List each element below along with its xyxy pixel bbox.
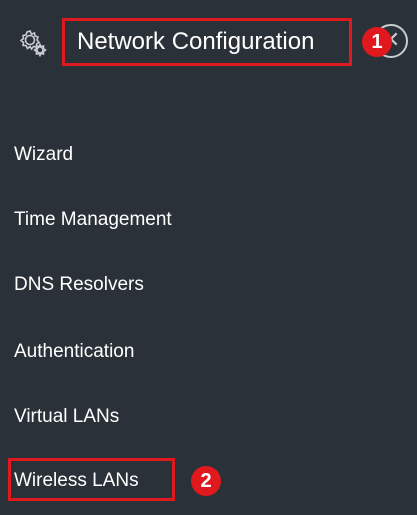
menu-item-virtual-lans[interactable]: Virtual LANs (14, 406, 119, 428)
annotation-badge-2: 2 (191, 466, 221, 496)
menu-item-wizard[interactable]: Wizard (14, 144, 73, 166)
menu-item-authentication[interactable]: Authentication (14, 341, 134, 363)
menu-item-time-management[interactable]: Time Management (14, 209, 172, 231)
page-title: Network Configuration (62, 18, 352, 66)
annotation-badge-1: 1 (362, 27, 392, 57)
menu-item-dns-resolvers[interactable]: DNS Resolvers (14, 274, 144, 296)
gear-icon[interactable] (18, 28, 48, 58)
menu-item-wireless-lans[interactable]: Wireless LANs (14, 470, 139, 492)
navigation-panel: Network Configuration ✕ 1 Wizard Time Ma… (0, 0, 417, 515)
